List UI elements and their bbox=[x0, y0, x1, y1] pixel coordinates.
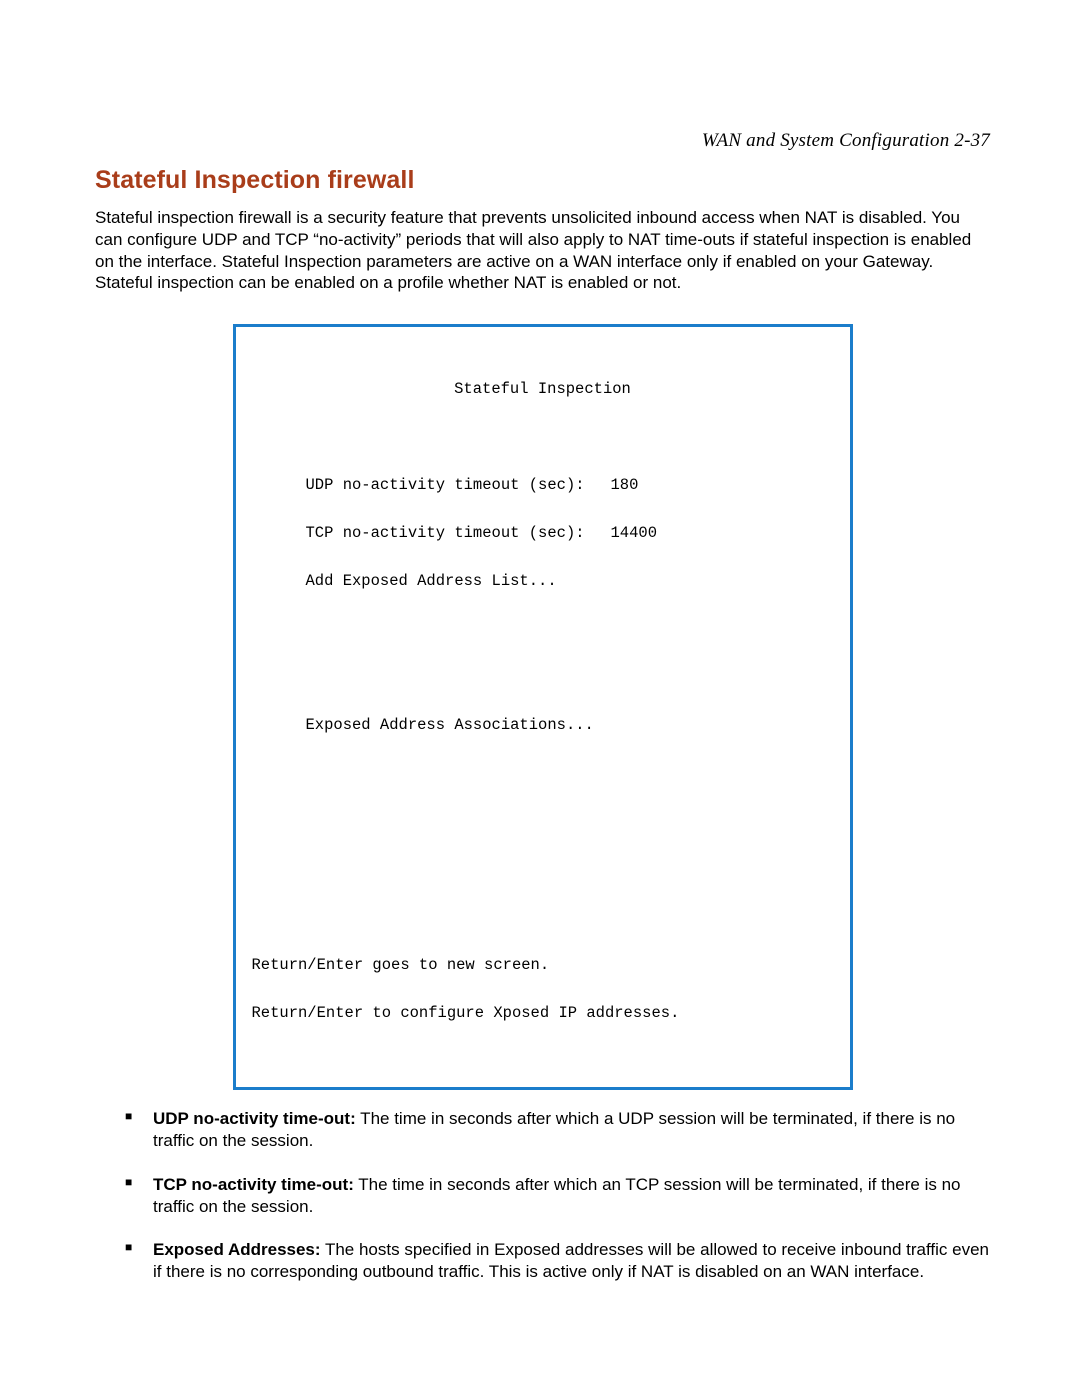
tcp-label: TCP no-activity timeout (sec): bbox=[306, 521, 611, 545]
terminal-assoc: Exposed Address Associations... bbox=[246, 713, 840, 737]
document-page: WAN and System Configuration 2-37 Statef… bbox=[0, 0, 1080, 1397]
list-item: Exposed Addresses: The hosts specified i… bbox=[125, 1239, 990, 1283]
intro-paragraph: Stateful inspection firewall is a securi… bbox=[95, 207, 990, 294]
terminal-blank bbox=[246, 857, 840, 881]
list-item: TCP no-activity time-out: The time in se… bbox=[125, 1174, 990, 1218]
terminal-add-list: Add Exposed Address List... bbox=[246, 569, 840, 593]
running-header: WAN and System Configuration 2-37 bbox=[95, 130, 990, 152]
bullet-term: UDP no-activity time-out: bbox=[153, 1109, 356, 1128]
terminal-box: Stateful Inspection UDP no-activity time… bbox=[233, 324, 853, 1090]
terminal-title: Stateful Inspection bbox=[246, 377, 840, 401]
udp-value: 180 bbox=[611, 476, 639, 494]
section-title: Stateful Inspection firewall bbox=[95, 166, 990, 195]
bullet-list: UDP no-activity time-out: The time in se… bbox=[95, 1108, 990, 1283]
bullet-term: Exposed Addresses: bbox=[153, 1240, 321, 1259]
list-item: UDP no-activity time-out: The time in se… bbox=[125, 1108, 990, 1152]
terminal-tcp-row: TCP no-activity timeout (sec):14400 bbox=[246, 521, 840, 545]
tcp-value: 14400 bbox=[611, 524, 658, 542]
terminal-blank bbox=[246, 905, 840, 929]
terminal-blank bbox=[246, 665, 840, 689]
terminal-blank bbox=[246, 617, 840, 641]
bullet-term: TCP no-activity time-out: bbox=[153, 1175, 354, 1194]
terminal-footer-2: Return/Enter to configure Xposed IP addr… bbox=[246, 1001, 840, 1025]
terminal-blank bbox=[246, 425, 840, 449]
terminal-footer-1: Return/Enter goes to new screen. bbox=[246, 953, 840, 977]
terminal-blank bbox=[246, 809, 840, 833]
terminal-blank bbox=[246, 761, 840, 785]
terminal-udp-row: UDP no-activity timeout (sec):180 bbox=[246, 473, 840, 497]
udp-label: UDP no-activity timeout (sec): bbox=[306, 473, 611, 497]
